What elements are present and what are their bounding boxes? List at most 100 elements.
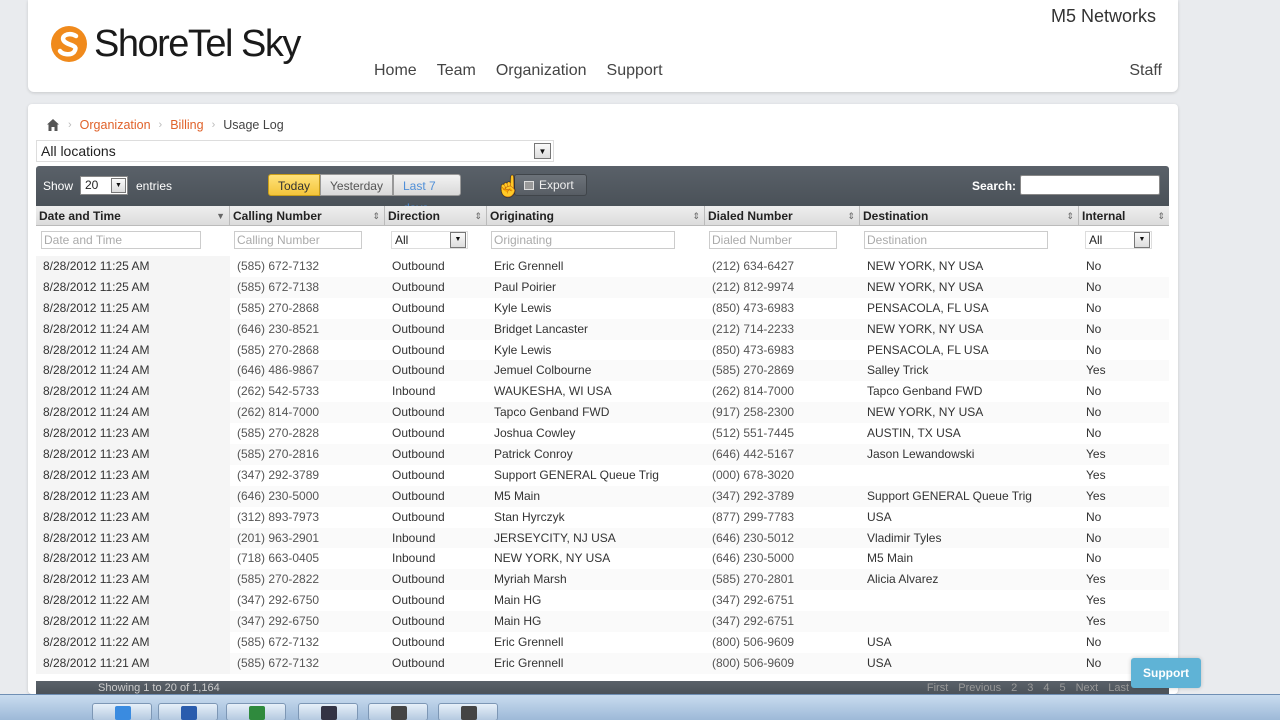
direction-filter-select[interactable]: All ▼ [391,231,468,249]
dialed-number-cell: (347) 292-6751 [712,593,795,608]
pagination-previous[interactable]: Previous [958,682,1001,694]
chevron-down-icon[interactable]: ▼ [450,232,466,248]
pagination-first[interactable]: First [927,682,948,694]
col-dialed-number[interactable]: Dialed Number ⇕ [705,206,860,226]
date-time-cell: 8/28/2012 11:23 AM [43,572,150,587]
home-icon[interactable] [46,118,60,132]
date-time-cell: 8/28/2012 11:25 AM [43,279,150,294]
originating-cell: M5 Main [494,488,541,503]
destination-cell: AUSTIN, TX USA [867,426,961,441]
table-row[interactable]: 8/28/2012 11:23 AM (585) 270-2828 Outbound… [36,423,1169,445]
pagination-5[interactable]: 5 [1059,682,1065,694]
originating-cell: Tapco Genband FWD [494,405,610,420]
originating-filter-input[interactable]: Originating [491,231,675,249]
originating-cell: Paul Poirier [494,279,557,294]
table-row[interactable]: 8/28/2012 11:24 AM (585) 270-2868 Outbound… [36,339,1169,361]
col-direction[interactable]: Direction ⇕ [385,206,487,226]
calling-number-filter-input[interactable]: Calling Number [234,231,362,249]
table-row[interactable]: 8/28/2012 11:23 AM (312) 893-7973 Outbound… [36,506,1169,528]
dialed-number-cell: (850) 473-6983 [712,342,795,357]
today-button[interactable]: Today [268,174,321,196]
table-row[interactable]: 8/28/2012 11:23 AM (718) 663-0405 Inbound N… [36,548,1169,570]
chevron-down-icon[interactable]: ▼ [1134,232,1150,248]
internal-cell: No [1086,655,1102,670]
nav-home[interactable]: Home [374,62,417,80]
taskbar-app-icon[interactable] [298,703,358,720]
col-originating[interactable]: Originating ⇕ [487,206,705,226]
col-internal[interactable]: Internal ⇕ [1079,206,1169,226]
entries-per-page-select[interactable]: 20 ▼ [80,176,128,195]
table-row[interactable]: 8/28/2012 11:25 AM (585) 672-7138 Outbound… [36,276,1169,298]
destination-filter-input[interactable]: Destination [864,231,1048,249]
col-date-time[interactable]: Date and Time ▼ [36,206,230,226]
table-row[interactable]: 8/28/2012 11:24 AM (262) 542-5733 Inbound W… [36,381,1169,403]
nav-support[interactable]: Support [607,62,663,80]
logo-text: ShoreTel Sky [94,22,301,65]
staff-link[interactable]: Staff [1129,62,1162,80]
taskbar-word-icon[interactable] [158,703,218,720]
taskbar-app-icon[interactable] [438,703,498,720]
export-button[interactable]: Export [514,174,587,196]
location-select[interactable]: All locations ▼ [36,140,554,162]
originating-cell: JERSEYCITY, NJ USA [494,530,616,545]
nav-organization[interactable]: Organization [496,62,587,80]
support-button[interactable]: Support [1131,658,1201,688]
table-row[interactable]: 8/28/2012 11:24 AM (646) 486-9867 Outbound… [36,360,1169,382]
col-destination[interactable]: Destination ⇕ [860,206,1079,226]
table-row[interactable]: 8/28/2012 11:24 AM (646) 230-8521 Outbound… [36,318,1169,340]
table-row[interactable]: 8/28/2012 11:23 AM (646) 230-5000 Outbound… [36,485,1169,507]
table-row[interactable]: 8/28/2012 11:23 AM (201) 963-2901 Inbound J… [36,527,1169,549]
sort-icon: ⇕ [372,211,380,221]
table-row[interactable]: 8/28/2012 11:23 AM (585) 270-2822 Outbound… [36,569,1169,591]
search-input[interactable] [1020,175,1160,195]
yesterday-button[interactable]: Yesterday [320,174,393,196]
dialed-number-filter-input[interactable]: Dialed Number [709,231,837,249]
destination-cell: Support GENERAL Queue Trig [867,488,1032,503]
breadcrumb-billing[interactable]: Billing [170,118,203,132]
originating-cell: Bridget Lancaster [494,321,589,336]
pagination-3[interactable]: 3 [1027,682,1033,694]
breadcrumb-organization[interactable]: Organization [80,118,151,132]
taskbar-excel-icon[interactable] [226,703,286,720]
date-time-cell: 8/28/2012 11:23 AM [43,447,150,462]
originating-cell: Myriah Marsh [494,572,567,587]
last-7-days-button[interactable]: Last 7 days [392,174,461,215]
table-row[interactable]: 8/28/2012 11:22 AM (347) 292-6750 Outbound… [36,590,1169,612]
table-row[interactable]: 8/28/2012 11:23 AM (585) 270-2816 Outbound… [36,444,1169,465]
direction-cell: Outbound [392,467,445,482]
internal-cell: No [1086,530,1102,545]
dialed-number-cell: (262) 814-7000 [712,384,795,399]
calling-number-cell: (347) 292-3789 [237,467,320,482]
chevron-down-icon[interactable]: ▼ [534,143,551,159]
originating-cell: NEW YORK, NY USA [494,551,611,566]
pagination-4[interactable]: 4 [1043,682,1049,694]
direction-cell: Outbound [392,572,445,587]
table-info: Showing 1 to 20 of 1,164 [98,682,220,694]
sort-icon: ⇕ [1066,211,1074,221]
breadcrumb-separator-icon: › [68,119,72,131]
internal-cell: Yes [1086,572,1106,587]
header: ShoreTel Sky M5 Networks Home Team Organ… [28,0,1178,92]
shoretel-logo[interactable]: ShoreTel Sky [50,22,301,66]
col-date-time-label: Date and Time [39,209,121,223]
table-row[interactable]: 8/28/2012 11:24 AM (262) 814-7000 Outbound… [36,402,1169,424]
table-row[interactable]: 8/28/2012 11:22 AM (347) 292-6750 Outbound… [36,611,1169,633]
pagination-2[interactable]: 2 [1011,682,1017,694]
calling-number-cell: (585) 672-7132 [237,635,320,650]
chevron-down-icon[interactable]: ▼ [111,178,126,193]
col-calling-number[interactable]: Calling Number ⇕ [230,206,385,226]
pagination-last[interactable]: Last [1108,682,1129,694]
pagination-next[interactable]: Next [1076,682,1099,694]
nav-team[interactable]: Team [437,62,476,80]
table-row[interactable]: 8/28/2012 11:22 AM (585) 672-7132 Outbound… [36,632,1169,653]
show-label: Show [43,179,74,193]
table-row[interactable]: 8/28/2012 11:21 AM (585) 672-7132 Outbound… [36,652,1169,674]
table-row[interactable]: 8/28/2012 11:25 AM (585) 672-7132 Outbound… [36,256,1169,277]
table-row[interactable]: 8/28/2012 11:23 AM (347) 292-3789 Outbound… [36,464,1169,486]
table-row[interactable]: 8/28/2012 11:25 AM (585) 270-2868 Outbound… [36,297,1169,319]
internal-filter-select[interactable]: All ▼ [1085,231,1152,249]
taskbar-ie-icon[interactable] [92,703,152,720]
destination-cell: NEW YORK, NY USA [867,405,984,420]
taskbar-app-icon[interactable] [368,703,428,720]
date-filter-input[interactable]: Date and Time [41,231,201,249]
